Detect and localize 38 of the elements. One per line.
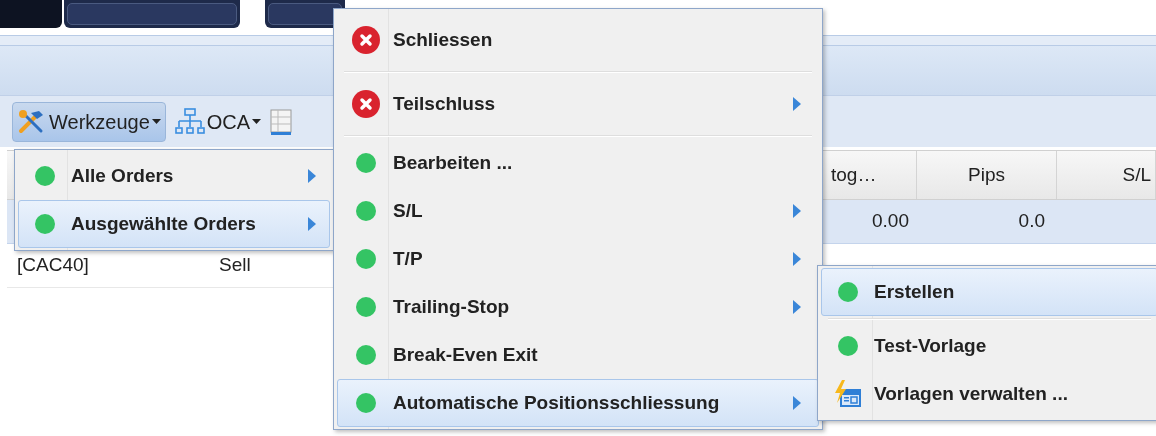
menu-item[interactable]: Trailing-Stop (337, 283, 819, 331)
menu-item[interactable]: Automatische Positionsschliessung (337, 379, 819, 427)
menu-item[interactable]: Erstellen (821, 268, 1156, 316)
menu-item[interactable]: Schliessen (337, 11, 819, 69)
close-icon (350, 25, 381, 55)
column-header: S/L (1122, 162, 1151, 187)
menu-item[interactable]: Alle Orders (18, 152, 330, 200)
caret-icon (252, 119, 262, 124)
submenu-arrow-icon (792, 299, 802, 315)
table-cell: 0.0 (1018, 210, 1045, 232)
dark-panel (0, 0, 62, 28)
toolbar-dropdown-button[interactable]: Werkzeuge (12, 101, 166, 142)
submenu-arrow-icon (307, 168, 317, 184)
hierarchy-icon (174, 107, 205, 136)
buy-button[interactable] (64, 0, 240, 28)
submenu-arrow-icon (792, 96, 802, 112)
table-cell: [CAC40] (17, 254, 89, 276)
menu-item[interactable]: Test-Vorlage (821, 322, 1156, 370)
table-cell: Sell (219, 254, 251, 276)
column-header: tog… (831, 162, 877, 187)
toolbar-dropdown-button[interactable]: OCA (169, 101, 267, 142)
column-header: Pips (968, 162, 1005, 187)
menu-item[interactable]: Ausgewählte Orders (18, 200, 330, 248)
spreadsheet-icon[interactable] (270, 107, 293, 136)
close-icon (350, 89, 381, 119)
menu-item[interactable]: Bearbeiten ... (337, 139, 819, 187)
menu-item[interactable]: T/P (337, 235, 819, 283)
submenu-arrow-icon (792, 395, 802, 411)
menu-item[interactable]: Teilschluss (337, 75, 819, 133)
menu-item[interactable]: Break-Even Exit (337, 331, 819, 379)
caret-icon (151, 119, 161, 124)
submenu-arrow-icon (792, 251, 802, 267)
table-cell: 0.00 (872, 210, 909, 232)
menu-item[interactable]: S/L (337, 187, 819, 235)
submenu-arrow-icon (307, 216, 317, 232)
submenu-arrow-icon (792, 203, 802, 219)
template-window-icon (833, 379, 863, 409)
menu-item[interactable]: Vorlagen verwalten ... (821, 370, 1156, 418)
